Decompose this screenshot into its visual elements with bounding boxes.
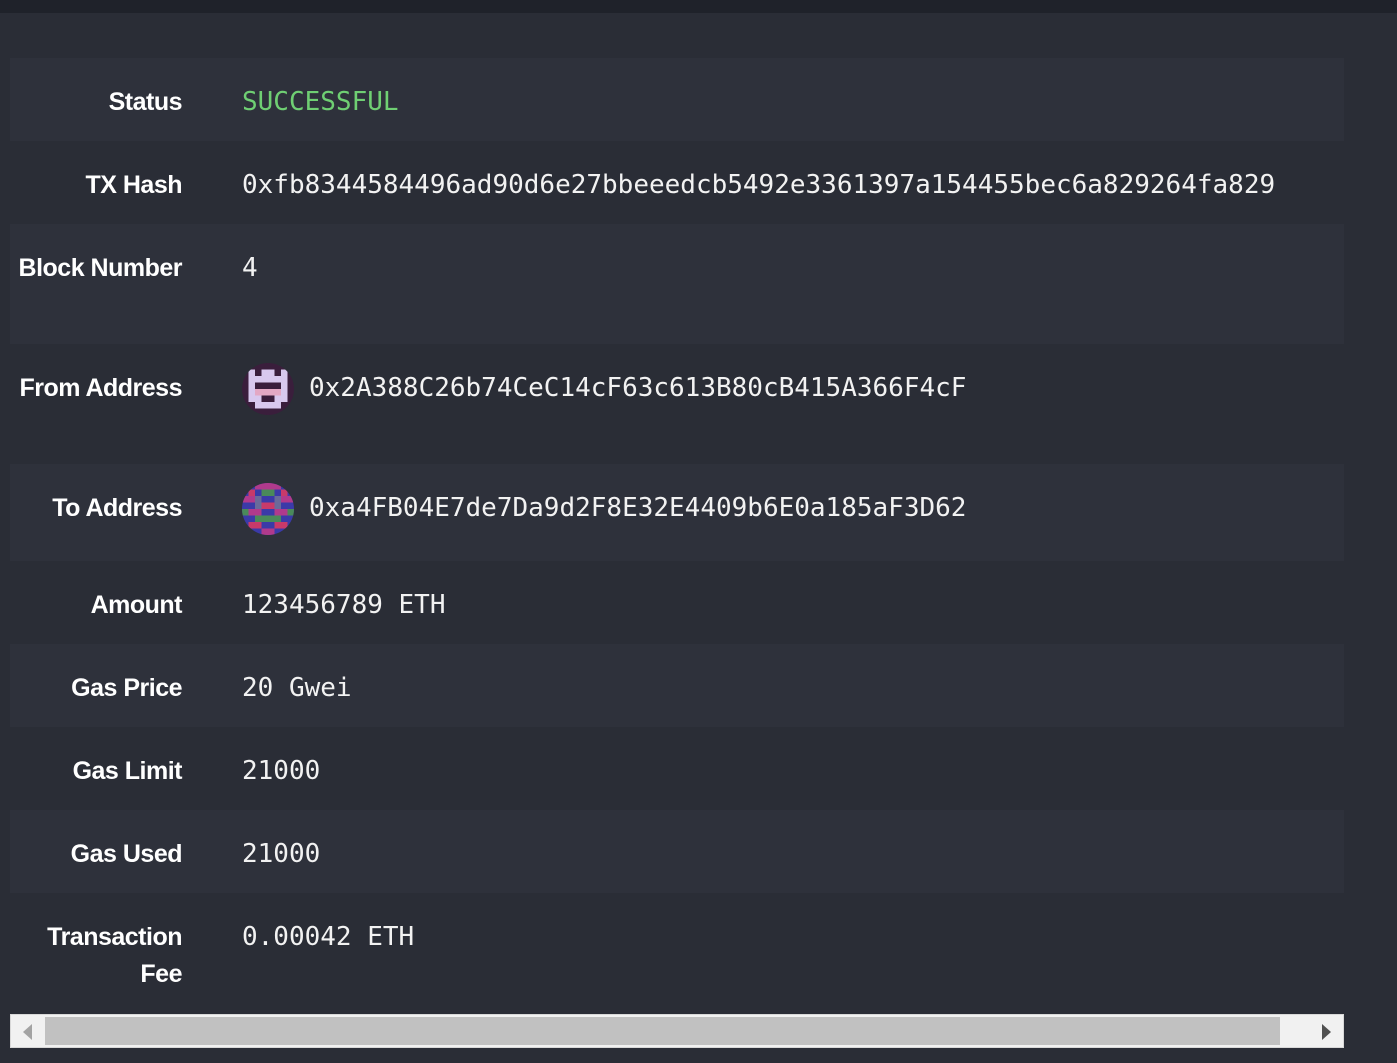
scroll-right-arrow-icon[interactable] (1322, 1024, 1331, 1040)
scroll-left-arrow-icon[interactable] (23, 1024, 32, 1040)
gas-used-value: 21000 (242, 839, 321, 869)
row-transaction-fee: Transaction Fee 0.00042 ETH (10, 893, 1344, 1014)
from-address-label: From Address (19, 374, 182, 402)
tx-hash-label: TX Hash (85, 171, 182, 199)
to-address-text[interactable]: 0xa4FB04E7de7Da9d2F8E32E4409b6E0a185aF3D… (309, 490, 966, 527)
from-address-text[interactable]: 0x2A388C26b74CeC14cF63c613B80cB415A366F4… (309, 370, 966, 407)
transaction-details: Status SUCCESSFUL TX Hash 0xfb8344584496… (10, 58, 1344, 1014)
row-to-address: To Address 0xa4FB04E7de7Da9d2F8E32E4409b… (10, 464, 1344, 561)
top-strip (0, 0, 1397, 13)
status-value: SUCCESSFUL (242, 87, 399, 117)
row-tx-hash: TX Hash 0xfb8344584496ad90d6e27bbeeedcb5… (10, 141, 1344, 224)
gas-price-value: 20 Gwei (242, 673, 352, 703)
block-number-value[interactable]: 4 (242, 250, 258, 287)
row-block-number: Block Number 4 (10, 224, 1344, 344)
gas-limit-label: Gas Limit (72, 757, 183, 785)
status-label: Status (108, 88, 183, 116)
horizontal-scrollbar[interactable] (10, 1014, 1344, 1048)
gas-used-label: Gas Used (70, 840, 183, 868)
tx-hash-value[interactable]: 0xfb8344584496ad90d6e27bbeeedcb5492e3361… (242, 167, 1275, 204)
row-amount: Amount 123456789 ETH (10, 561, 1344, 644)
gas-price-label: Gas Price (71, 674, 182, 702)
transaction-fee-value: 0.00042 ETH (242, 922, 415, 952)
to-address-value: 0xa4FB04E7de7Da9d2F8E32E4409b6E0a185aF3D… (242, 483, 966, 535)
from-address-value: 0x2A388C26b74CeC14cF63c613B80cB415A366F4… (242, 363, 966, 415)
row-gas-limit: Gas Limit 21000 (10, 727, 1344, 810)
amount-value: 123456789 ETH (242, 590, 446, 620)
row-gas-used: Gas Used 21000 (10, 810, 1344, 893)
identicon-avatar-from-icon (242, 363, 294, 415)
row-status: Status SUCCESSFUL (10, 58, 1344, 141)
identicon-avatar-to-icon (242, 483, 294, 535)
amount-label: Amount (90, 591, 183, 619)
scrollbar-thumb[interactable] (45, 1017, 1280, 1045)
transaction-fee-label: Transaction Fee (47, 923, 182, 988)
row-from-address: From Address 0x2A388C26b74CeC14cF63c613B… (10, 344, 1344, 464)
row-gas-price: Gas Price 20 Gwei (10, 644, 1344, 727)
to-address-label: To Address (52, 494, 182, 522)
block-number-label: Block Number (18, 254, 183, 282)
gas-limit-value: 21000 (242, 756, 321, 786)
